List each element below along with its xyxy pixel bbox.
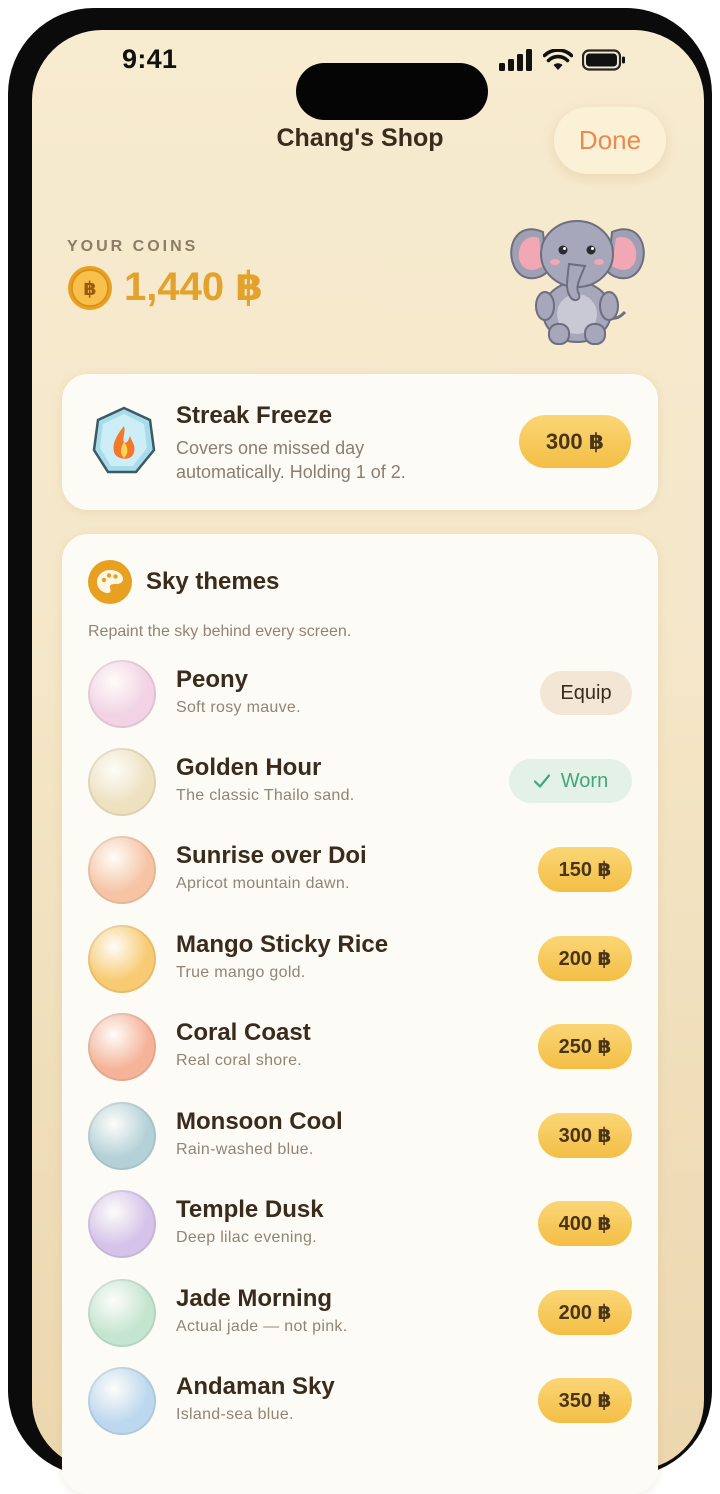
checkmark-icon	[533, 774, 550, 788]
sky-themes-subtitle: Repaint the sky behind every screen.	[88, 623, 352, 640]
streak-freeze-card: Streak Freeze Covers one missed day auto…	[62, 374, 658, 510]
buy-theme-button[interactable]: 400 ฿	[538, 1201, 632, 1246]
theme-swatch	[88, 1367, 156, 1435]
dynamic-island	[296, 63, 488, 120]
theme-name: Monsoon Cool	[176, 1108, 343, 1135]
streak-freeze-title: Streak Freeze	[176, 402, 333, 429]
equip-button[interactable]: Equip	[540, 671, 632, 715]
coins-label: YOUR COINS	[67, 238, 199, 255]
buy-theme-button[interactable]: 300 ฿	[538, 1113, 632, 1158]
buy-theme-button[interactable]: 200 ฿	[538, 936, 632, 981]
theme-row: Andaman Sky Island-sea blue. 350 ฿	[62, 1365, 658, 1445]
cellular-signal-icon	[499, 49, 532, 71]
theme-swatch	[88, 1190, 156, 1258]
streak-freeze-buy-button[interactable]: 300 ฿	[519, 415, 631, 468]
theme-swatch	[88, 1279, 156, 1347]
theme-swatch	[88, 836, 156, 904]
theme-swatch	[88, 1013, 156, 1081]
theme-description: Island-sea blue.	[176, 1406, 294, 1423]
theme-row: Peony Soft rosy mauve. Equip	[62, 658, 658, 738]
theme-row: Mango Sticky Rice True mango gold. 200 ฿	[62, 923, 658, 1003]
theme-row: Jade Morning Actual jade — not pink. 200 ฿	[62, 1277, 658, 1357]
theme-swatch	[88, 748, 156, 816]
theme-row: Golden Hour The classic Thailo sand. Worn	[62, 746, 658, 826]
battery-icon	[582, 49, 625, 71]
status-icons	[498, 49, 626, 71]
worn-label: Worn	[560, 769, 609, 792]
worn-badge[interactable]: Worn	[509, 759, 632, 803]
wifi-icon	[543, 49, 573, 70]
buy-theme-button[interactable]: 200 ฿	[538, 1290, 632, 1335]
palette-icon	[88, 560, 132, 604]
theme-description: Apricot mountain dawn.	[176, 875, 350, 892]
theme-description: Real coral shore.	[176, 1052, 303, 1069]
theme-swatch	[88, 925, 156, 993]
theme-description: True mango gold.	[176, 964, 306, 981]
buy-theme-button[interactable]: 250 ฿	[538, 1024, 632, 1069]
theme-description: The classic Thailo sand.	[176, 787, 355, 804]
theme-name: Temple Dusk	[176, 1196, 324, 1223]
theme-name: Sunrise over Doi	[176, 842, 367, 869]
coin-icon: ฿	[68, 266, 112, 310]
theme-row: Temple Dusk Deep lilac evening. 400 ฿	[62, 1188, 658, 1268]
sky-themes-card: Sky themes Repaint the sky behind every …	[62, 534, 658, 1494]
buy-theme-button[interactable]: 350 ฿	[538, 1378, 632, 1423]
svg-text:฿: ฿	[83, 278, 96, 300]
theme-row: Monsoon Cool Rain-washed blue. 300 ฿	[62, 1100, 658, 1180]
theme-row: Coral Coast Real coral shore. 250 ฿	[62, 1011, 658, 1091]
done-button[interactable]: Done	[554, 107, 666, 174]
theme-name: Jade Morning	[176, 1285, 333, 1312]
theme-description: Deep lilac evening.	[176, 1229, 317, 1246]
theme-swatch	[88, 1102, 156, 1170]
sky-themes-title: Sky themes	[146, 568, 280, 595]
theme-description: Actual jade — not pink.	[176, 1318, 348, 1335]
status-time: 9:41	[122, 44, 178, 74]
elephant-mascot-icon	[510, 220, 645, 345]
theme-name: Andaman Sky	[176, 1373, 335, 1400]
streak-freeze-description: Covers one missed day automatically. Hol…	[176, 438, 406, 482]
theme-name: Coral Coast	[176, 1019, 311, 1046]
theme-name: Golden Hour	[176, 754, 322, 781]
ice-flame-icon	[92, 406, 156, 474]
theme-row: Sunrise over Doi Apricot mountain dawn. 15…	[62, 834, 658, 914]
theme-description: Rain-washed blue.	[176, 1141, 314, 1158]
theme-description: Soft rosy mauve.	[176, 699, 301, 716]
theme-name: Mango Sticky Rice	[176, 931, 389, 958]
theme-name: Peony	[176, 666, 249, 693]
buy-theme-button[interactable]: 150 ฿	[538, 847, 632, 892]
coins-balance: 1,440 ฿	[124, 265, 264, 309]
theme-swatch	[88, 660, 156, 728]
